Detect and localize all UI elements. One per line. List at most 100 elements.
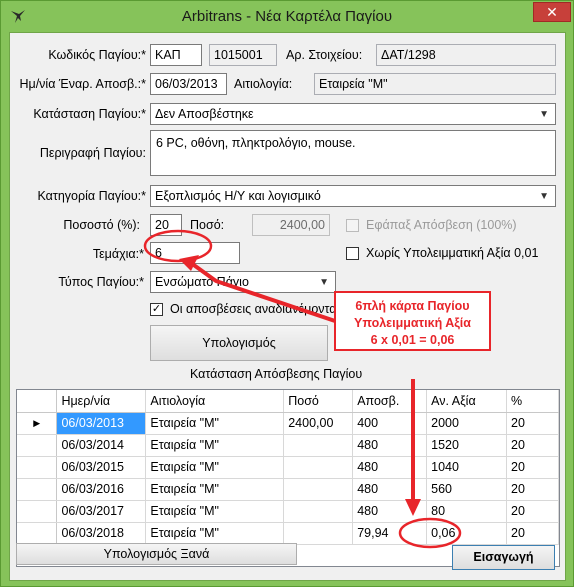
table-row[interactable]: 06/03/2016 Εταιρεία "Μ" 480 560 20 (17, 478, 559, 501)
table-cell[interactable]: 79,94 (352, 522, 428, 545)
code-number-field[interactable]: 1015001 (209, 44, 277, 66)
no-residual-checkbox[interactable] (346, 247, 359, 260)
table-cell[interactable]: Εταιρεία "Μ" (145, 412, 285, 435)
category-dropdown[interactable]: Εξοπλισμός Η/Υ και λογισμικό ▼ (150, 185, 556, 207)
table-cell[interactable] (283, 434, 354, 457)
table-cell[interactable]: 06/03/2016 (56, 478, 147, 501)
category-label: Κατηγορία Παγίου:* (37, 189, 147, 203)
table-cell[interactable]: 20 (506, 412, 559, 435)
once-depreciation-checkbox[interactable] (346, 219, 359, 232)
redistribute-checkbox[interactable]: ✓ (150, 303, 163, 316)
table-cell[interactable] (283, 478, 354, 501)
table-cell[interactable]: 20 (506, 500, 559, 523)
table-cell[interactable]: 06/03/2015 (56, 456, 147, 479)
table-row[interactable]: 06/03/2018 Εταιρεία "Μ" 79,94 0,06 20 (17, 522, 559, 545)
doc-number-field[interactable]: ΔΑΤ/1298 (376, 44, 556, 66)
app-window: Arbitrans - Νέα Καρτέλα Παγίου ✕ Κωδικός… (0, 0, 574, 587)
amount-field[interactable]: 2400,00 (252, 214, 330, 236)
table-cell[interactable]: 20 (506, 478, 559, 501)
row-header (17, 500, 58, 523)
column-header[interactable]: Αν. Αξία (426, 390, 508, 413)
table-cell[interactable]: 0,06 (426, 522, 508, 545)
description-label: Περιγραφή Παγίου: (39, 146, 146, 160)
type-value: Ενσώματο Πάγιο (155, 275, 249, 289)
callout-line-2: Υπολειμματική Αξία (354, 316, 471, 330)
no-residual-label: Χωρίς Υπολειμματική Αξία 0,01 (366, 246, 539, 260)
column-header[interactable]: % (506, 390, 559, 413)
table-cell[interactable]: 1520 (426, 434, 508, 457)
insert-button[interactable]: Εισαγωγή (452, 545, 555, 570)
annotation-callout: 6πλή κάρτα Παγίου Υπολειμματική Αξία 6 x… (334, 291, 491, 351)
calculate-button[interactable]: Υπολογισμός (150, 325, 328, 361)
pieces-label: Τεμάχια:* (92, 247, 144, 261)
column-header[interactable]: Αιτιολογία (145, 390, 285, 413)
reason-field[interactable]: Εταιρεία "Μ" (314, 73, 556, 95)
close-button[interactable]: ✕ (533, 2, 571, 22)
code-label: Κωδικός Παγίου:* (48, 48, 146, 62)
start-date-field[interactable]: 06/03/2013 (150, 73, 227, 95)
reason-label: Αιτιολογία: (234, 77, 293, 91)
row-header (17, 456, 58, 479)
column-header[interactable]: Ποσό (283, 390, 354, 413)
table-cell[interactable]: 480 (352, 434, 428, 457)
table-row[interactable]: ▶ 06/03/2013 Εταιρεία "Μ" 2400,00 400 20… (17, 412, 559, 435)
table-row[interactable]: 06/03/2014 Εταιρεία "Μ" 480 1520 20 (17, 434, 559, 457)
depreciation-status-title: Κατάσταση Απόσβεσης Παγίου (190, 367, 363, 381)
table-cell[interactable]: 06/03/2018 (56, 522, 147, 545)
status-value: Δεν Αποσβέστηκε (155, 107, 254, 121)
status-label: Κατάσταση Παγίου:* (33, 107, 146, 121)
title-bar[interactable]: Arbitrans - Νέα Καρτέλα Παγίου ✕ (1, 1, 573, 32)
chevron-down-icon: ▼ (539, 109, 549, 120)
window-title: Arbitrans - Νέα Καρτέλα Παγίου (181, 8, 393, 25)
table-cell[interactable]: 20 (506, 434, 559, 457)
recalculate-button[interactable]: Υπολογισμός Ξανά (16, 543, 297, 565)
table-cell[interactable]: Εταιρεία "Μ" (145, 522, 285, 545)
row-header (17, 434, 58, 457)
table-cell[interactable]: 400 (352, 412, 428, 435)
table-cell[interactable] (283, 456, 354, 479)
category-value: Εξοπλισμός Η/Υ και λογισμικό (155, 189, 321, 203)
table-cell[interactable]: 480 (352, 456, 428, 479)
table-cell[interactable]: 1040 (426, 456, 508, 479)
table-cell[interactable]: 20 (506, 522, 559, 545)
status-dropdown[interactable]: Δεν Αποσβέστηκε ▼ (150, 103, 556, 125)
pieces-field[interactable]: 6 (150, 242, 240, 264)
table-cell[interactable]: 560 (426, 478, 508, 501)
table-cell[interactable]: 480 (352, 478, 428, 501)
table-cell[interactable]: 80 (426, 500, 508, 523)
table-cell[interactable]: 20 (506, 456, 559, 479)
table-cell[interactable]: Εταιρεία "Μ" (145, 500, 285, 523)
table-cell[interactable]: Εταιρεία "Μ" (145, 478, 285, 501)
table-cell[interactable]: 2400,00 (283, 412, 354, 435)
depreciation-grid[interactable]: Ημερ/νία Αιτιολογία Ποσό Αποσβ. Αν. Αξία… (16, 389, 560, 567)
description-field[interactable]: 6 PC, οθόνη, πληκτρολόγιο, mouse. (150, 130, 556, 176)
table-cell[interactable] (283, 522, 354, 545)
type-label: Τύπος Παγίου:* (58, 275, 144, 289)
row-header (17, 478, 58, 501)
table-row[interactable]: 06/03/2015 Εταιρεία "Μ" 480 1040 20 (17, 456, 559, 479)
chevron-down-icon: ▼ (319, 277, 329, 288)
row-header (17, 522, 58, 545)
column-header[interactable]: Ημερ/νία (56, 390, 147, 413)
close-icon: ✕ (546, 4, 558, 20)
column-header[interactable]: Αποσβ. (352, 390, 428, 413)
once-depreciation-label: Εφάπαξ Απόσβεση (100%) (366, 218, 517, 232)
table-cell[interactable]: 06/03/2014 (56, 434, 147, 457)
table-header-row: Ημερ/νία Αιτιολογία Ποσό Αποσβ. Αν. Αξία… (17, 390, 559, 413)
table-cell[interactable]: 06/03/2017 (56, 500, 147, 523)
doc-label: Αρ. Στοιχείου: (286, 48, 363, 62)
amount-label: Ποσό: (190, 218, 225, 232)
table-row[interactable]: 06/03/2017 Εταιρεία "Μ" 480 80 20 (17, 500, 559, 523)
table-cell[interactable]: Εταιρεία "Μ" (145, 434, 285, 457)
table-cell[interactable]: Εταιρεία "Μ" (145, 456, 285, 479)
percent-label: Ποσοστό (%): (63, 218, 140, 232)
table-cell[interactable]: 06/03/2013 (56, 412, 147, 435)
table-cell[interactable]: 2000 (426, 412, 508, 435)
table-cell[interactable] (283, 500, 354, 523)
code-prefix-field[interactable]: ΚΑΠ (150, 44, 202, 66)
type-dropdown[interactable]: Ενσώματο Πάγιο ▼ (150, 271, 336, 293)
start-date-label: Ημ/νία Έναρ. Αποσβ.:* (19, 77, 146, 91)
table-cell[interactable]: 480 (352, 500, 428, 523)
percent-field[interactable]: 20 (150, 214, 182, 236)
row-pointer-icon: ▶ (17, 412, 58, 435)
